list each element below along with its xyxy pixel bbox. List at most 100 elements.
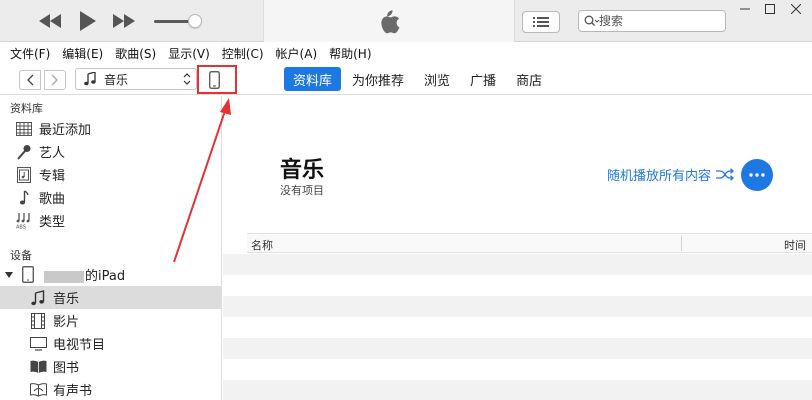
sidebar-device-item-audiobooks[interactable]: 有声书 bbox=[0, 378, 221, 400]
sidebar-item-label: 图书 bbox=[53, 361, 80, 376]
sidebar-item-label: 影片 bbox=[53, 315, 80, 330]
status-display bbox=[263, 0, 515, 42]
shuffle-all-label: 随机播放所有内容 bbox=[607, 169, 712, 184]
table-row bbox=[223, 359, 812, 380]
book-icon bbox=[30, 360, 46, 373]
sidebar-item-recently-added[interactable]: 最近添加 bbox=[0, 117, 221, 140]
menu-controls[interactable]: 控制(C) bbox=[222, 45, 264, 62]
sidebar-item-label: 专辑 bbox=[39, 169, 66, 184]
tab-store[interactable]: 商店 bbox=[507, 67, 551, 91]
sidebar-device-item-music[interactable]: 音乐 bbox=[0, 286, 221, 309]
table-row bbox=[223, 296, 812, 317]
rewind-button[interactable] bbox=[36, 10, 64, 32]
table-row bbox=[223, 317, 812, 338]
ellipsis-icon bbox=[749, 173, 765, 177]
list-icon bbox=[533, 17, 549, 27]
table-row bbox=[223, 254, 812, 275]
more-options-button[interactable] bbox=[741, 159, 773, 191]
menu-account[interactable]: 帐户(A) bbox=[276, 45, 318, 62]
album-icon bbox=[17, 166, 31, 183]
up-next-list-button[interactable] bbox=[522, 11, 560, 33]
back-button[interactable] bbox=[19, 70, 41, 90]
menu-view[interactable]: 显示(V) bbox=[168, 45, 210, 62]
sidebar-item-albums[interactable]: 专辑 bbox=[0, 163, 221, 186]
page-title: 音乐 bbox=[280, 158, 325, 183]
sidebar: 资料库 最近添加 艺人 专辑 歌曲 ABS 类型 设备 的iPad 音乐 影片 … bbox=[0, 96, 222, 400]
playback-controls bbox=[0, 0, 263, 42]
search-input[interactable] bbox=[599, 12, 721, 30]
play-icon bbox=[80, 11, 96, 31]
disclosure-triangle-icon[interactable] bbox=[4, 271, 14, 279]
menu-edit[interactable]: 编辑(E) bbox=[62, 45, 103, 62]
tab-for-you[interactable]: 为你推荐 bbox=[343, 67, 413, 91]
film-icon bbox=[31, 312, 45, 329]
forward-button[interactable] bbox=[44, 70, 66, 90]
volume-slider-knob[interactable] bbox=[188, 14, 202, 28]
shuffle-all-link[interactable]: 随机播放所有内容 bbox=[607, 165, 734, 184]
menu-help[interactable]: 帮助(H) bbox=[329, 45, 371, 62]
close-button[interactable] bbox=[785, 0, 807, 18]
apple-logo-icon bbox=[381, 10, 400, 34]
device-name: 的iPad bbox=[44, 265, 125, 284]
tab-library[interactable]: 资料库 bbox=[284, 67, 342, 91]
main-content: 音乐 没有项目 随机播放所有内容 名称 时间 bbox=[223, 96, 812, 400]
tv-icon bbox=[29, 336, 47, 351]
menu-song[interactable]: 歌曲(S) bbox=[115, 45, 156, 62]
updown-chevron-icon bbox=[183, 73, 191, 85]
sidebar-device-item-books[interactable]: 图书 bbox=[0, 355, 221, 378]
play-button[interactable] bbox=[76, 10, 100, 32]
music-note-icon bbox=[31, 289, 45, 305]
chevron-right-icon bbox=[51, 74, 58, 86]
column-divider[interactable] bbox=[681, 236, 682, 251]
sidebar-device-ipad[interactable]: 的iPad bbox=[0, 263, 221, 286]
music-note-icon bbox=[84, 72, 96, 86]
column-header-time[interactable]: 时间 bbox=[784, 237, 806, 253]
table-row bbox=[223, 275, 812, 296]
close-icon bbox=[791, 4, 801, 14]
chevron-left-icon bbox=[27, 74, 34, 86]
table-row bbox=[223, 380, 812, 400]
sidebar-item-label: 最近添加 bbox=[39, 123, 92, 138]
sidebar-device-item-movies[interactable]: 影片 bbox=[0, 309, 221, 332]
microphone-icon bbox=[17, 144, 31, 160]
minimize-button[interactable] bbox=[734, 0, 756, 18]
search-icon bbox=[584, 15, 600, 26]
navigation-bar: 音乐 资料库 为你推荐 浏览 广播 商店 bbox=[0, 63, 812, 95]
rewind-icon bbox=[39, 14, 61, 28]
sidebar-item-songs[interactable]: 歌曲 bbox=[0, 186, 221, 209]
sidebar-item-label: 类型 bbox=[39, 215, 66, 230]
sidebar-item-artists[interactable]: 艺人 bbox=[0, 140, 221, 163]
table-header: 名称 时间 bbox=[247, 233, 812, 253]
sidebar-item-label: 艺人 bbox=[39, 146, 66, 161]
media-type-selector[interactable]: 音乐 bbox=[75, 68, 197, 90]
library-tabs: 资料库 为你推荐 浏览 广播 商店 bbox=[284, 67, 553, 91]
device-name-suffix: 的iPad bbox=[85, 269, 126, 284]
devices-section-title: 设备 bbox=[10, 249, 32, 262]
sidebar-item-label: 歌曲 bbox=[39, 192, 66, 207]
search-box[interactable] bbox=[578, 10, 726, 32]
menu-file[interactable]: 文件(F) bbox=[10, 45, 50, 62]
sidebar-item-genres[interactable]: ABS 类型 bbox=[0, 209, 221, 232]
tab-radio[interactable]: 广播 bbox=[461, 67, 505, 91]
ipad-icon bbox=[22, 266, 34, 283]
grid-icon bbox=[16, 121, 32, 136]
media-type-label: 音乐 bbox=[104, 72, 129, 87]
fast-forward-button[interactable] bbox=[110, 10, 138, 32]
sidebar-item-label: 电视节目 bbox=[53, 338, 106, 353]
page-subtitle: 没有项目 bbox=[280, 184, 324, 197]
minimize-icon bbox=[740, 8, 750, 10]
redacted-device-owner bbox=[44, 270, 84, 283]
player-bar bbox=[0, 0, 812, 42]
music-note-icon bbox=[19, 189, 29, 204]
device-button-highlight-box bbox=[197, 65, 237, 94]
maximize-icon bbox=[765, 4, 775, 14]
library-section-title: 资料库 bbox=[10, 102, 43, 115]
shuffle-icon bbox=[716, 168, 734, 181]
tab-browse[interactable]: 浏览 bbox=[415, 67, 459, 91]
column-header-name[interactable]: 名称 bbox=[251, 237, 273, 253]
menu-bar: 文件(F) 编辑(E) 歌曲(S) 显示(V) 控制(C) 帐户(A) 帮助(H… bbox=[0, 43, 812, 63]
maximize-button[interactable] bbox=[759, 0, 781, 18]
sidebar-device-item-tv-shows[interactable]: 电视节目 bbox=[0, 332, 221, 355]
sidebar-item-label: 有声书 bbox=[53, 384, 93, 399]
audiobook-icon bbox=[29, 383, 47, 397]
